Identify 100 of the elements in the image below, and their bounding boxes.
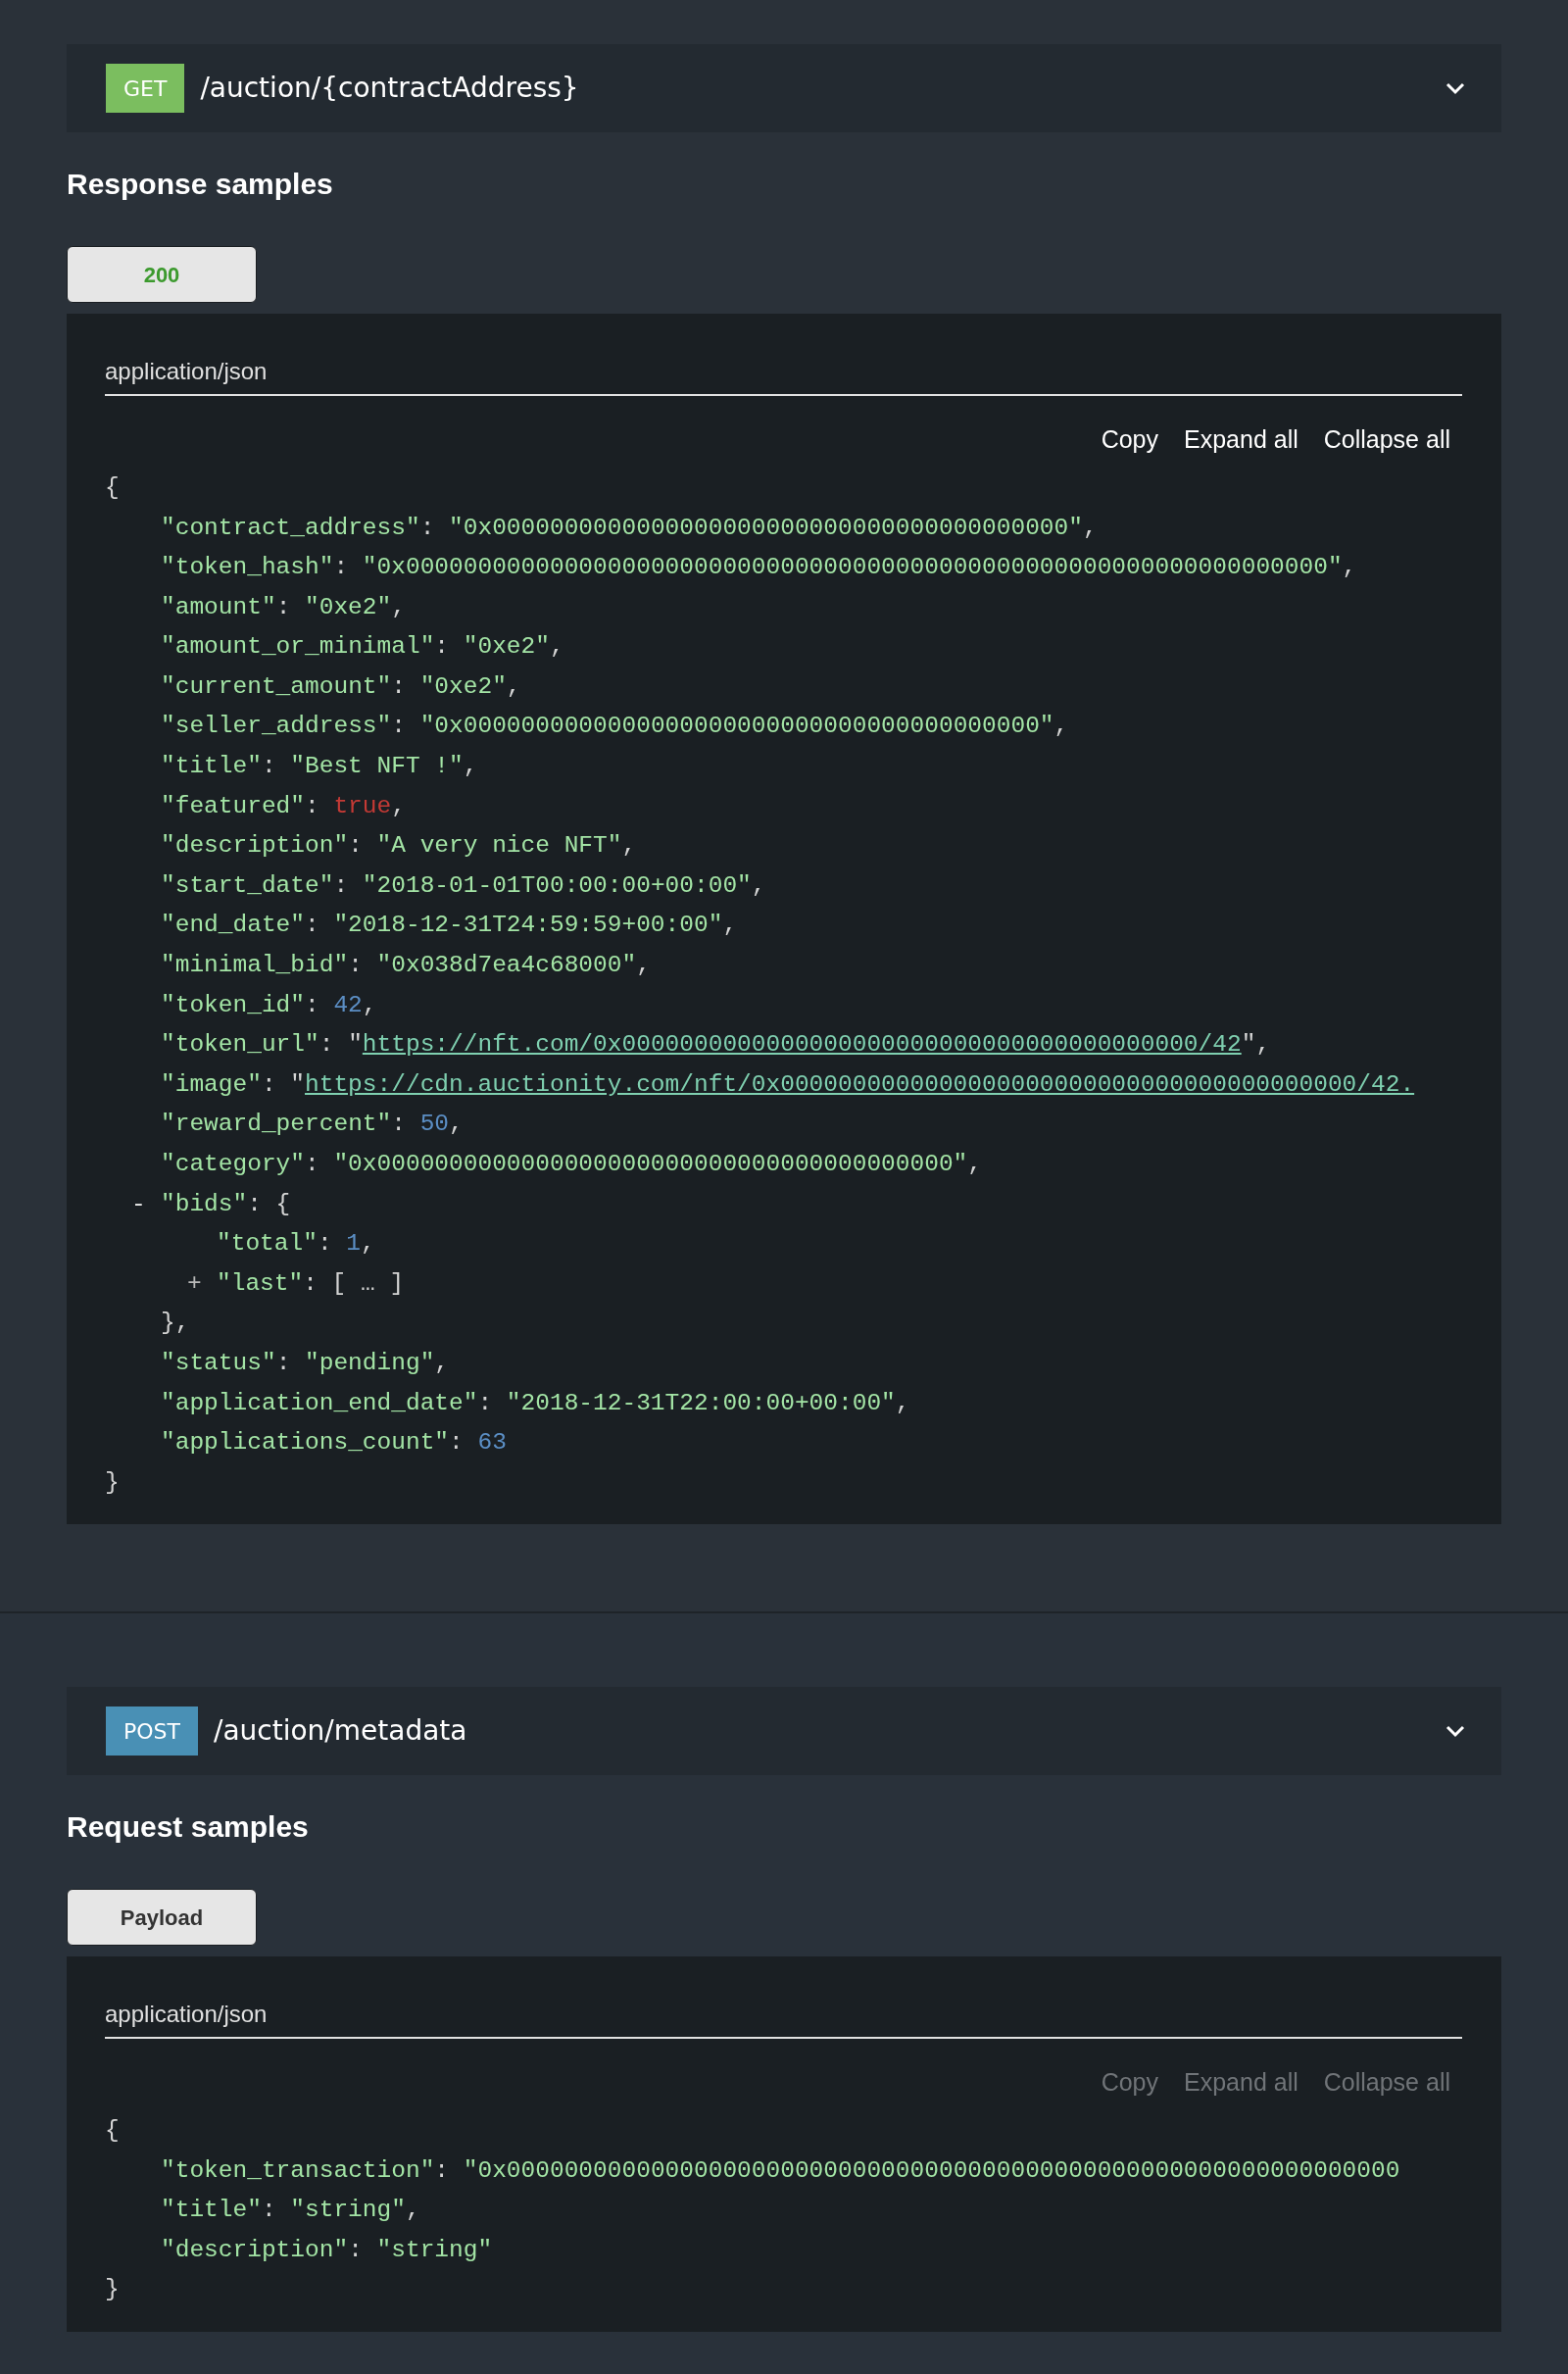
json-key: "bids" — [161, 1186, 248, 1223]
punctuation: : — [317, 1229, 332, 1260]
method-badge: GET — [106, 64, 185, 113]
json-key: "minimal_bid" — [161, 948, 349, 984]
punctuation: : — [333, 870, 349, 901]
punctuation: : — [261, 1069, 276, 1100]
json-key: "start_date" — [161, 867, 334, 905]
json-key: "reward_percent" — [161, 1107, 392, 1144]
punctuation: , — [1054, 712, 1069, 742]
punctuation: : — [303, 1268, 318, 1299]
punctuation: : — [419, 513, 435, 543]
json-key: "token_hash" — [161, 550, 334, 586]
json-value: 1 — [346, 1229, 361, 1260]
expand-toggle[interactable]: + — [187, 1265, 217, 1303]
json-key: "amount" — [161, 589, 276, 626]
json-link[interactable]: https://nft.com/0x0000000000000000000000000000000000000000/42 — [362, 1027, 1242, 1063]
punctuation: , — [463, 752, 478, 782]
json-value: "0x0000000000000000000000000000000000000000" — [419, 712, 1054, 742]
punctuation: { — [105, 2115, 120, 2146]
punctuation: : — [391, 671, 406, 702]
endpoint-path: /auction/{contractAddress} — [200, 71, 579, 106]
content-type-select[interactable]: application/json — [105, 1992, 1462, 2039]
json-key: "last" — [217, 1265, 304, 1303]
punctuation: , — [1342, 553, 1357, 583]
punctuation: : — [434, 632, 450, 663]
json-value: "0x038d7ea4c68000" — [376, 951, 637, 981]
json-link[interactable]: https://cdn.auctionity.com/nft/0x0000000000000000000000000000000000000000/42. — [305, 1066, 1415, 1104]
action-link[interactable]: Copy — [1101, 421, 1158, 459]
punctuation: { — [105, 472, 120, 503]
punctuation: " — [290, 1069, 305, 1100]
punctuation: }, — [161, 1309, 190, 1339]
endpoint-bar[interactable]: GET /auction/{contractAddress} — [67, 44, 1501, 132]
section-heading: Response samples — [67, 168, 334, 201]
punctuation: , — [391, 791, 406, 821]
json-key: "title" — [161, 2193, 262, 2229]
punctuation: : — [434, 2155, 450, 2186]
json-value: 42 — [333, 990, 363, 1020]
json-key: "amount_or_minimal" — [161, 629, 435, 667]
punctuation: , — [449, 1110, 464, 1140]
json-value: true — [333, 791, 392, 821]
punctuation: , — [1255, 1030, 1271, 1061]
json-value: "0x0000000000000000000000000000000000000000" — [449, 513, 1083, 543]
punctuation: : — [477, 1388, 493, 1418]
json-value: "0x0000000000000000000000000000000000000000000000000000000000000000" — [362, 553, 1343, 583]
punctuation: } — [105, 1467, 120, 1498]
json-key: "token_url" — [161, 1027, 319, 1063]
content-type-select[interactable]: application/json — [105, 349, 1462, 396]
punctuation: : — [305, 791, 319, 821]
punctuation: { — [275, 1189, 291, 1219]
punctuation: , — [751, 870, 766, 901]
punctuation: , — [549, 632, 564, 663]
json-value: "pending" — [305, 1349, 435, 1378]
json-value: 63 — [477, 1428, 507, 1459]
punctuation: : — [305, 1150, 319, 1179]
json-value: "string" — [290, 2196, 406, 2226]
punctuation: : — [275, 1349, 291, 1378]
json-key: "application_end_date" — [161, 1385, 478, 1422]
json-key: "current_amount" — [161, 668, 392, 706]
json-value: "0xe2" — [305, 592, 392, 622]
endpoint-path: /auction/metadata — [214, 1713, 467, 1749]
punctuation: , — [636, 951, 651, 981]
json-value: "2018-12-31T22:00:00+00:00" — [506, 1388, 896, 1418]
json-key: "image" — [161, 1066, 262, 1104]
punctuation: , — [361, 1229, 375, 1260]
json-value: "0x00000000000000000000000000000000000000000000000000000000000000 — [463, 2155, 1400, 2186]
response-tab[interactable]: Payload — [67, 1889, 257, 1946]
section-heading: Request samples — [67, 1810, 310, 1844]
punctuation: , — [434, 1349, 450, 1378]
punctuation: : — [275, 592, 291, 622]
json-value: "string" — [376, 2235, 493, 2265]
json-value: "2018-01-01T00:00:00+00:00" — [362, 870, 752, 901]
punctuation: , — [362, 990, 377, 1020]
punctuation: } — [105, 2275, 120, 2305]
punctuation: : — [318, 1030, 334, 1061]
endpoint-bar[interactable]: POST /auction/metadata — [67, 1687, 1501, 1775]
punctuation: : — [305, 990, 319, 1020]
json-value: "0xe2" — [419, 671, 507, 702]
punctuation: : — [305, 911, 319, 941]
json-value: "0xe2" — [463, 632, 550, 663]
json-key: "token_id" — [161, 987, 306, 1024]
json-key: "applications_count" — [161, 1425, 450, 1461]
method-badge: POST — [106, 1706, 198, 1756]
punctuation: : — [333, 553, 349, 583]
json-key: "status" — [161, 1346, 276, 1382]
action-link[interactable]: Collapse all — [1323, 421, 1450, 459]
json-key: "description" — [161, 2232, 349, 2269]
punctuation: " — [348, 1030, 363, 1061]
punctuation: , — [506, 671, 521, 702]
expand-toggle[interactable]: - — [131, 1186, 161, 1223]
punctuation: : — [348, 951, 363, 981]
json-key: "end_date" — [161, 908, 306, 945]
punctuation: : — [391, 1110, 406, 1140]
punctuation: , — [1082, 513, 1098, 543]
action-link[interactable]: Expand all — [1184, 421, 1298, 459]
json-key: "total" — [217, 1226, 318, 1262]
json-value: "Best NFT !" — [290, 752, 464, 782]
json-key: "category" — [161, 1147, 306, 1183]
punctuation: : — [348, 831, 363, 862]
punctuation: , — [722, 911, 738, 941]
json-value: "A very nice NFT" — [376, 831, 622, 862]
